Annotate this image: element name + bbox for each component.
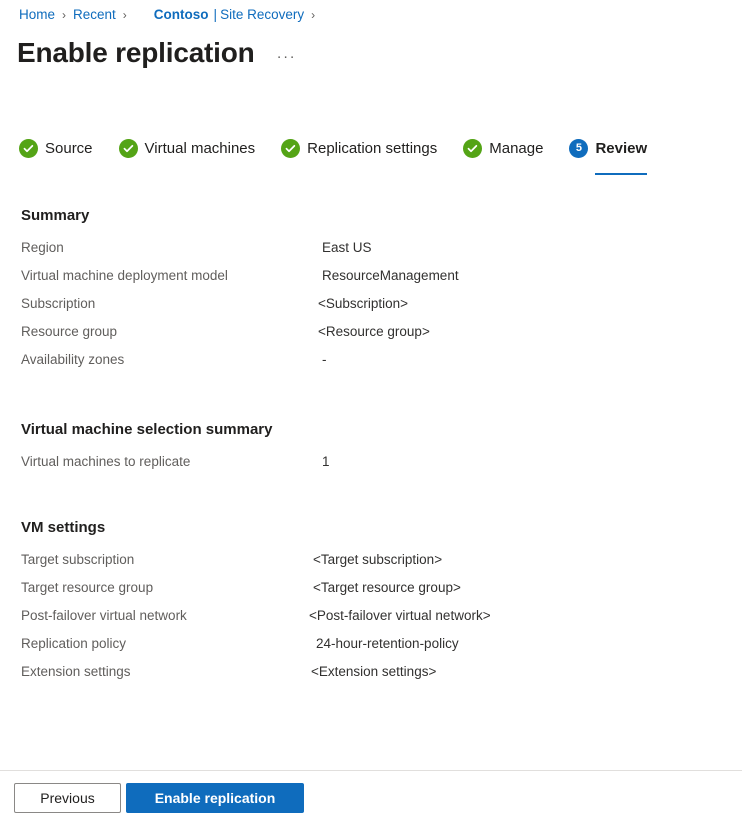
page-title: Enable replication: [17, 37, 255, 68]
field-label: Extension settings: [21, 664, 131, 679]
section-heading: VM settings: [21, 519, 106, 536]
vm-settings-section: VM settings Target subscription <Target …: [21, 518, 491, 690]
field-value: <Extension settings>: [311, 664, 437, 679]
breadcrumb: Home › Recent › Contoso | Site Recovery …: [19, 5, 322, 25]
field-label: Region: [21, 240, 64, 255]
check-circle-icon: [118, 138, 138, 158]
summary-row-deployment-model: Virtual machine deployment model Resourc…: [21, 266, 459, 294]
field-label: Virtual machine deployment model: [21, 268, 228, 283]
field-value: 1: [322, 454, 330, 469]
field-label: Post-failover virtual network: [21, 608, 187, 623]
wizard-step-label: Source: [45, 139, 93, 157]
summary-row-availability-zones: Availability zones -: [21, 350, 459, 378]
wizard-step-label: Review: [595, 139, 648, 157]
summary-row-region: Region East US: [21, 238, 459, 266]
field-value: <Post-failover virtual network>: [309, 608, 491, 623]
field-label: Availability zones: [21, 352, 125, 367]
field-value: -: [322, 352, 327, 367]
footer-divider: [0, 770, 742, 771]
breadcrumb-chevron-icon: ›: [311, 8, 316, 22]
breadcrumb-item-recent[interactable]: Recent: [73, 5, 116, 25]
field-label: Target subscription: [21, 552, 135, 567]
section-heading: Virtual machine selection summary: [21, 421, 273, 438]
vmset-row-post-failover-network: Post-failover virtual network <Post-fail…: [21, 606, 491, 634]
wizard-steps: Source Virtual machines Replication sett…: [19, 133, 648, 177]
breadcrumb-chevron-icon: ›: [122, 8, 127, 22]
previous-button[interactable]: Previous: [14, 783, 121, 813]
field-value: <Target subscription>: [313, 552, 443, 567]
vmset-row-replication-policy: Replication policy 24-hour-retention-pol…: [21, 634, 491, 662]
page-header: Enable replication ···: [17, 36, 296, 70]
breadcrumb-item-home[interactable]: Home: [19, 5, 55, 25]
more-actions-icon[interactable]: ···: [277, 48, 297, 65]
field-value: ResourceManagement: [322, 268, 459, 283]
active-step-indicator: [595, 173, 648, 175]
summary-section: Summary Region East US Virtual machine d…: [21, 206, 459, 378]
field-label: Virtual machines to replicate: [21, 454, 191, 469]
check-circle-icon: [463, 138, 483, 158]
summary-row-subscription: Subscription <Subscription>: [21, 294, 459, 322]
summary-row-resource-group: Resource group <Resource group>: [21, 322, 459, 350]
wizard-step-manage[interactable]: Manage: [463, 133, 543, 175]
wizard-step-replication-settings[interactable]: Replication settings: [281, 133, 437, 175]
vmset-row-target-subscription: Target subscription <Target subscription…: [21, 550, 491, 578]
vm-selection-summary-section: Virtual machine selection summary Virtua…: [21, 420, 330, 480]
field-value: <Resource group>: [318, 324, 430, 339]
wizard-step-source[interactable]: Source: [19, 133, 93, 175]
vmset-row-target-resource-group: Target resource group <Target resource g…: [21, 578, 491, 606]
field-label: Target resource group: [21, 580, 154, 595]
field-value: <Subscription>: [318, 296, 409, 311]
breadcrumb-chevron-icon: ›: [62, 8, 67, 22]
vmset-row-extension-settings: Extension settings <Extension settings>: [21, 662, 491, 690]
enable-replication-button[interactable]: Enable replication: [126, 783, 304, 813]
wizard-step-label: Virtual machines: [144, 139, 256, 157]
field-label: Replication policy: [21, 636, 127, 651]
step-number-badge: 5: [569, 138, 589, 158]
field-value: East US: [322, 240, 372, 255]
wizard-step-review[interactable]: 5 Review: [569, 133, 648, 175]
breadcrumb-item-site-recovery[interactable]: Site Recovery: [220, 5, 304, 25]
wizard-step-label: Manage: [489, 139, 544, 157]
breadcrumb-pipe: |: [213, 7, 218, 22]
field-label: Subscription: [21, 296, 96, 311]
footer-actions: Previous Enable replication: [14, 783, 304, 813]
breadcrumb-item-contoso[interactable]: Contoso: [154, 5, 209, 25]
check-circle-icon: [281, 138, 301, 158]
field-label: Resource group: [21, 324, 118, 339]
check-circle-icon: [19, 138, 38, 158]
wizard-step-label: Replication settings: [307, 139, 438, 157]
vmsel-row-vms-to-replicate: Virtual machines to replicate 1: [21, 452, 330, 480]
wizard-step-virtual-machines[interactable]: Virtual machines: [118, 133, 256, 175]
field-value: 24-hour-retention-policy: [316, 636, 459, 651]
field-value: <Target resource group>: [313, 580, 461, 595]
section-heading: Summary: [21, 207, 90, 224]
